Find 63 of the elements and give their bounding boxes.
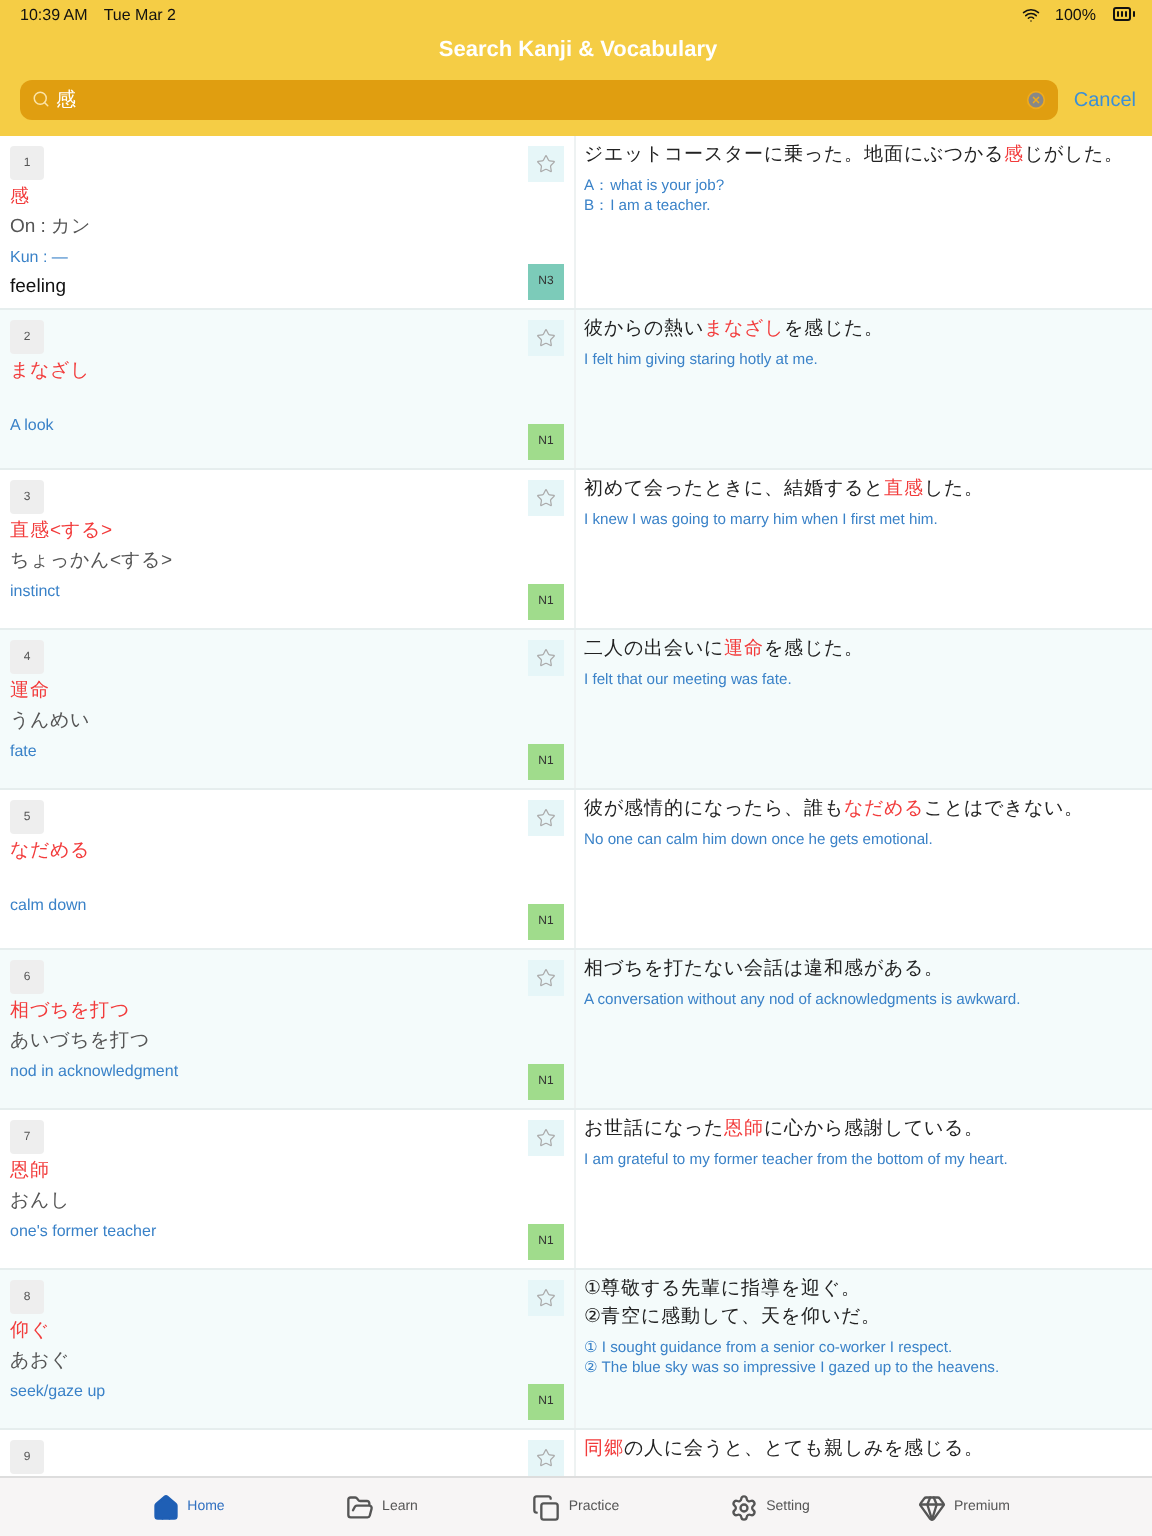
vocab-word: 恩師 (10, 1160, 52, 1184)
battery-level: 100% (1055, 5, 1096, 23)
battery-icon (1112, 2, 1136, 26)
status-date: Tue Mar 2 (103, 5, 178, 23)
example-sentence: 初めて会ったときに、結婚すると直感した。 (584, 476, 986, 504)
meaning: seek/gaze up (10, 1380, 108, 1404)
cards-icon (532, 1493, 561, 1521)
settings-icon (730, 1493, 759, 1521)
meaning: nod in acknowledgment (10, 1060, 181, 1084)
meaning: instinct (10, 580, 62, 604)
meaning: one's former teacher (10, 1220, 159, 1244)
reading: おんし (10, 1190, 72, 1214)
star-icon (536, 648, 556, 668)
example-sentence: 彼からの熱いまなざしを感じた。 (584, 316, 886, 344)
kun-reading: Kun : — (10, 246, 70, 270)
diamond-icon (917, 1493, 946, 1521)
example-sentence: ②青空に感動して、天を仰いだ。 (584, 1304, 884, 1332)
meaning: feeling (10, 276, 68, 300)
star-icon (536, 1288, 556, 1308)
star-button[interactable] (528, 146, 564, 182)
folder-icon (346, 1493, 375, 1521)
meaning: calm down (10, 894, 89, 918)
example-sentence: お世話になった恩師に心から感謝している。 (584, 1116, 986, 1144)
star-button[interactable] (528, 1440, 564, 1476)
star-icon (536, 488, 556, 508)
vocab-word: 相づちを打つ (10, 1000, 132, 1024)
vocab-word: なだめる (10, 840, 92, 864)
status-time: 10:39 AM (20, 5, 88, 23)
star-icon (536, 1448, 556, 1468)
example-sentence: ジエットコースターに乗った。地面にぶつかる感じがした。 (584, 142, 1126, 170)
example-sentence: 同郷の人に会うと、とても親しみを感じる。 (584, 1436, 986, 1464)
star-icon (536, 968, 556, 988)
star-button[interactable] (528, 640, 564, 676)
reading: あいづちを打つ (10, 1030, 152, 1054)
vocab-word: 仰ぐ (10, 1320, 52, 1344)
star-icon (536, 1128, 556, 1148)
star-button[interactable] (528, 800, 564, 836)
vocab-word: 運命 (10, 680, 52, 704)
star-icon (536, 154, 556, 174)
wifi-icon (1021, 5, 1040, 23)
star-button[interactable] (528, 320, 564, 356)
reading: うんめい (10, 710, 92, 734)
star-button[interactable] (528, 1120, 564, 1156)
example-sentence: 相づちを打たない会話は違和感がある。 (584, 956, 946, 984)
reading: あおぐ (10, 1350, 72, 1374)
vocab-word: 直感<する> (10, 520, 115, 544)
star-icon (536, 808, 556, 828)
star-button[interactable] (528, 1280, 564, 1316)
star-icon (536, 328, 556, 348)
example-sentence: ①尊敬する先輩に指導を迎ぐ。 (584, 1276, 864, 1304)
meaning: A look (10, 414, 56, 438)
star-button[interactable] (528, 480, 564, 516)
home-icon (151, 1493, 180, 1521)
page-title: Search Kanji & Vocabulary (436, 38, 720, 64)
meaning: fate (10, 740, 39, 764)
star-button[interactable] (528, 960, 564, 996)
vocab-word: まなざし (10, 360, 92, 384)
vocab-word: 感 (10, 186, 32, 210)
reading: ちょっかん<する> (10, 550, 175, 574)
example-sentence: 二人の出会いに運命を感じた。 (584, 636, 866, 664)
on-reading: On : カン (10, 216, 94, 240)
search-icon (32, 90, 50, 108)
example-sentence: 彼が感情的になったら、誰もなだめることはできない。 (584, 796, 1086, 824)
